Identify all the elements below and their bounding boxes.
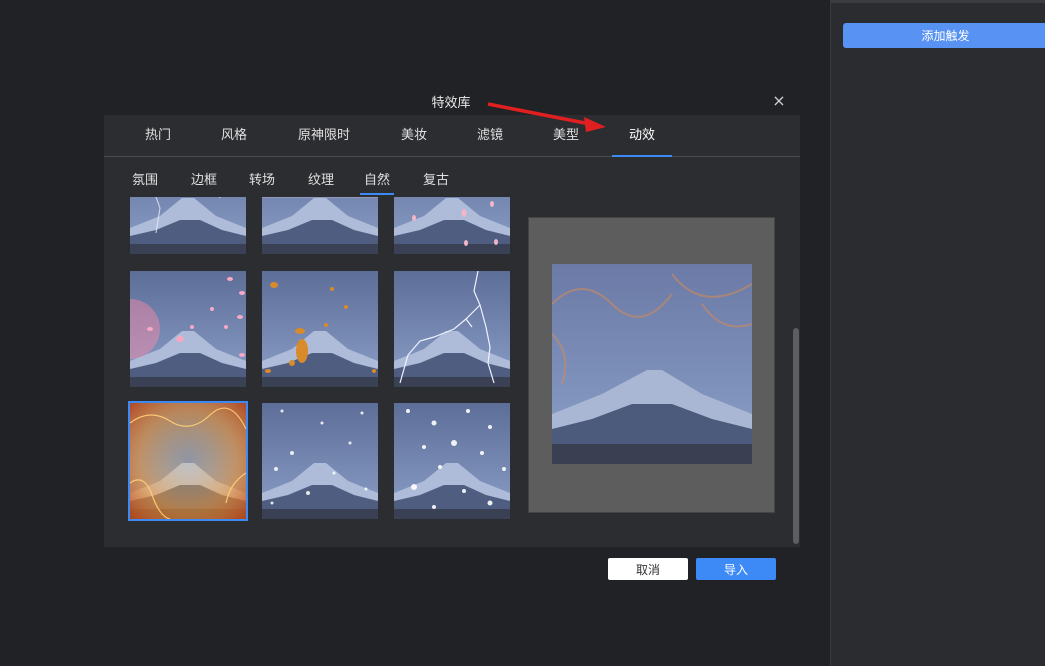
tab-style[interactable]: 风格 [208,115,260,156]
effect-thumbnail[interactable] [394,271,510,387]
dialog-title: 特效库 [431,96,471,111]
effect-preview [528,217,775,513]
effect-thumbnail[interactable] [130,197,246,254]
tab-genshin-limited[interactable]: 原神限时 [286,115,362,156]
subtab-atmosphere[interactable]: 氛围 [130,171,160,195]
effect-thumbnail[interactable] [130,271,246,387]
preview-image [552,264,752,464]
effect-thumbnail[interactable] [262,403,378,519]
subtab-texture[interactable]: 纹理 [306,171,336,195]
effect-thumbnail[interactable] [262,271,378,387]
add-trigger-button[interactable]: 添加触发 [843,23,1045,48]
effect-thumbnail[interactable] [262,197,378,254]
effect-thumbnail[interactable] [394,403,510,519]
subtab-transition[interactable]: 转场 [247,171,277,195]
right-panel-topline [831,0,1045,3]
import-button[interactable]: 导入 [696,558,776,580]
tab-hot[interactable]: 热门 [134,115,182,156]
subtab-border[interactable]: 边框 [189,171,219,195]
effect-thumbnail-selected[interactable] [128,401,248,521]
tab-filter[interactable]: 滤镜 [464,115,516,156]
cancel-button[interactable]: 取消 [608,558,688,580]
close-icon[interactable]: × [770,92,788,110]
tab-makeup[interactable]: 美妆 [388,115,440,156]
category-tabs: 热门 风格 原神限时 美妆 滤镜 美型 动效 [104,115,800,157]
scrollbar-thumb[interactable] [793,328,799,544]
tab-motion-effects[interactable]: 动效 [612,115,672,157]
tab-reshape[interactable]: 美型 [540,115,592,156]
effects-library-panel: 热门 风格 原神限时 美妆 滤镜 美型 动效 氛围 边框 转场 纹理 自然 复古 [104,115,800,547]
subtab-retro[interactable]: 复古 [421,171,451,195]
effect-thumbnail[interactable] [394,197,510,254]
subtab-nature[interactable]: 自然 [360,171,394,195]
